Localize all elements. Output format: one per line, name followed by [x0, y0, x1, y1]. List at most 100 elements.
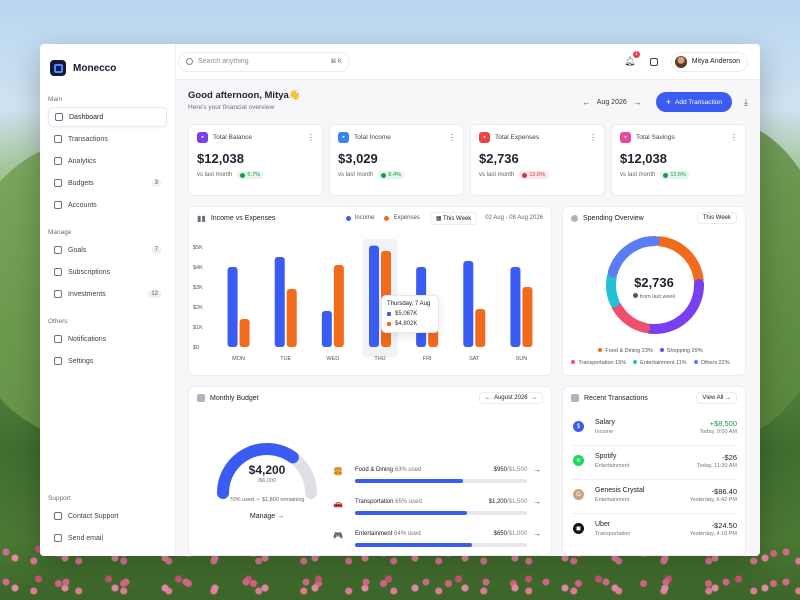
stat-icon: ▪ [479, 132, 490, 143]
stat-change-badge: 5.7% [237, 171, 263, 179]
sidebar-item-dashboard[interactable]: Dashboard [48, 107, 167, 127]
budget-item[interactable]: 🍔 Food & Dining 63% used $950/$1,500 → [333, 465, 541, 491]
budget-item-limit: /$1,500 [506, 499, 527, 505]
sidebar-item-label: Analytics [68, 157, 97, 165]
sidebar-item-badge: 3 [151, 179, 161, 187]
next-month-button[interactable]: → [633, 97, 642, 107]
sidebar-item-accounts[interactable]: Accounts [48, 195, 167, 215]
plus-icon: + [665, 97, 672, 107]
transactions-title: Recent Transactions [584, 394, 648, 402]
transaction-row[interactable]: G Genesis Crystal Entertainment -$86.40 Yest… [571, 485, 737, 509]
y-tick-label: $0 [193, 345, 199, 351]
add-transaction-button[interactable]: + Add Transaction [655, 92, 733, 112]
budget-item-name: Entertainment 64% used [355, 531, 421, 537]
arrow-right-icon: → [277, 513, 285, 520]
budget-month-select[interactable]: ← August 2026 → [478, 392, 543, 404]
budget-item-name: Transportation 65% used [355, 499, 422, 505]
view-all-button[interactable]: View All → [696, 392, 737, 404]
more-icon[interactable]: ⋮ [589, 133, 597, 142]
budget-item-used: 63% used [394, 467, 422, 473]
search-input[interactable] [198, 58, 331, 65]
search-bar[interactable]: ⌘ K [178, 51, 350, 72]
sidebar-item-label: Dashboard [69, 113, 104, 121]
transaction-row[interactable]: ≋ Spotify Entertainment -$26 Today, 11:30 AM [571, 451, 737, 475]
bar-expenses-sun[interactable] [522, 287, 533, 347]
prev-month-button[interactable]: ← [582, 97, 591, 107]
transaction-amount: +$8,500 [709, 419, 737, 428]
budget-manage-button[interactable]: Manage → [237, 513, 297, 520]
notifications-button[interactable]: 🔔︎ 1 [623, 50, 640, 69]
chevron-left-icon[interactable]: ← [485, 395, 491, 401]
bar-income-thu[interactable] [369, 245, 379, 347]
budget-item-spent: $1,200 [488, 499, 507, 505]
more-icon[interactable]: ⋮ [307, 133, 315, 142]
sidebar-item-subscriptions[interactable]: Subscriptions [48, 262, 167, 282]
legend-expenses: Expenses [384, 215, 420, 221]
sidebar-item-settings[interactable]: Settings [48, 351, 167, 371]
bar-income-wed[interactable] [321, 311, 332, 347]
spending-legend-item: Shopping 29% [659, 348, 703, 354]
chevron-right-icon[interactable]: → [531, 395, 537, 401]
merchant-icon: G [573, 489, 584, 500]
bar-expenses-sat[interactable] [475, 309, 486, 347]
bar-income-sat[interactable] [463, 261, 474, 347]
sidebar-item-budgets[interactable]: Budgets 3 [48, 173, 167, 193]
arrow-right-icon[interactable]: → [533, 465, 541, 474]
transaction-row[interactable]: ◼ Uber Transportation -$24.50 Yesterday, 4:1… [571, 519, 737, 543]
spending-legend-item: Entertainment 11% [633, 360, 687, 366]
user-menu[interactable]: Mitya Anderson [670, 51, 748, 72]
arrow-right-icon[interactable]: → [533, 529, 541, 538]
transaction-name: Salary [595, 419, 615, 426]
donut-slice-transportation[interactable] [611, 301, 651, 333]
bar-income-sun[interactable] [510, 267, 521, 347]
budget-item[interactable]: 🎮 Entertainment 64% used $650/$1,000 → [333, 529, 541, 555]
more-icon[interactable]: ⋮ [730, 133, 738, 142]
donut-slice-food-dining[interactable] [654, 236, 704, 285]
transaction-name: Spotify [595, 453, 617, 460]
sidebar-item-send-email[interactable]: Send email [48, 528, 167, 548]
category-icon: 🎮 [333, 531, 343, 540]
arrow-right-icon[interactable]: → [533, 497, 541, 506]
transaction-row[interactable]: $ Salary Income +$8,500 Today, 9:00 AM [571, 417, 737, 441]
budget-item[interactable]: 🚗 Transportation 65% used $1,200/$1,500 → [333, 497, 541, 523]
sidebar-item-analytics[interactable]: Analytics [48, 151, 167, 171]
bar-expenses-mon[interactable] [239, 319, 250, 347]
inbox-button[interactable] [647, 55, 661, 69]
brand[interactable]: Monecco [40, 50, 175, 86]
spending-period-select[interactable]: This Week [696, 212, 737, 224]
sidebar-item-goals[interactable]: Goals 7 [48, 240, 167, 260]
stat-foot: vs last month [197, 172, 233, 178]
transaction-category: Entertainment [595, 497, 630, 503]
greeting-row: Good afternoon, Mitya👋 Here's your finan… [188, 90, 748, 118]
sidebar-item-contact-support[interactable]: Contact Support [48, 506, 167, 526]
target-icon [54, 246, 62, 254]
income-period-select[interactable]: ▦ This Week [429, 211, 478, 225]
donut-slice-shopping[interactable] [644, 278, 704, 334]
bar-expenses-tue[interactable] [286, 289, 297, 347]
income-expenses-card: ▮▮ Income vs Expenses Income Expenses ▦ … [188, 206, 552, 376]
stat-value: $3,029 [338, 151, 378, 166]
list-icon [571, 394, 579, 402]
transaction-amount: -$86.40 [711, 487, 737, 496]
sidebar-item-investments[interactable]: Investments 12 [48, 284, 167, 304]
budget-item-label: Entertainment [355, 531, 393, 537]
divider [571, 513, 737, 514]
budget-item-limit: /$1,000 [506, 531, 527, 537]
more-icon[interactable]: ⋮ [448, 133, 456, 142]
sidebar-item-notifications[interactable]: Notifications [48, 329, 167, 349]
download-icon[interactable]: ⤓ [744, 97, 748, 108]
section-label-main: Main [48, 96, 63, 103]
legend-dot [633, 360, 638, 364]
donut-slice-others[interactable] [607, 236, 660, 278]
budget-progress-track [355, 479, 527, 483]
phone-icon [54, 512, 62, 520]
y-tick-label: $2K [193, 305, 203, 311]
transaction-category: Income [595, 429, 614, 435]
budget-item-label: Food & Dining [355, 467, 394, 473]
bar-expenses-wed[interactable] [333, 265, 344, 347]
budget-limit: /$6,000 [257, 478, 277, 484]
sidebar: Monecco Main Dashboard Transactions Analyt… [40, 44, 176, 556]
sidebar-item-transactions[interactable]: Transactions [48, 129, 167, 149]
bar-income-mon[interactable] [227, 267, 238, 347]
bar-income-tue[interactable] [274, 257, 285, 347]
